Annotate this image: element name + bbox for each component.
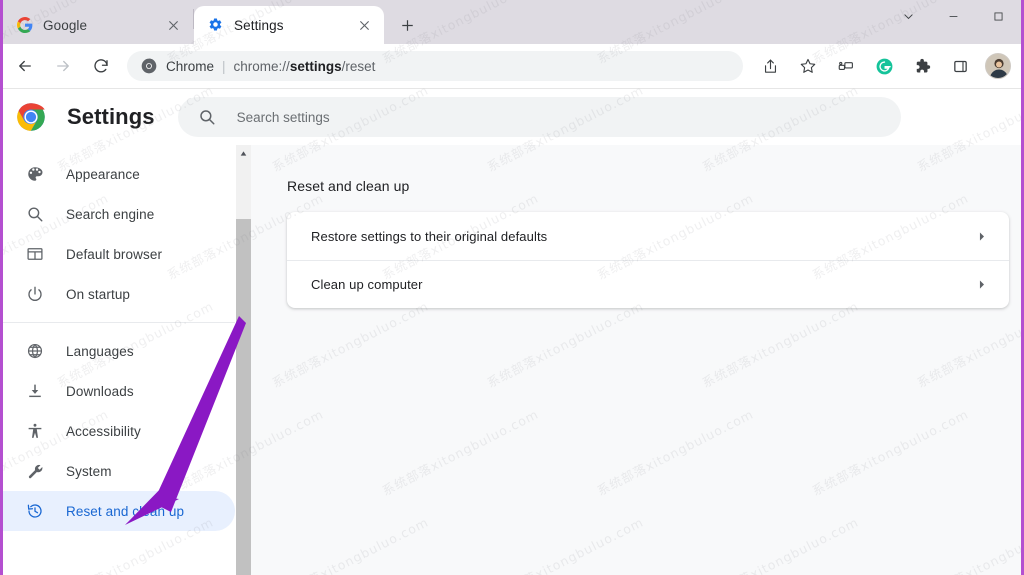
history-restore-icon	[25, 501, 45, 521]
sidebar-item-appearance[interactable]: Appearance	[3, 154, 235, 194]
sidebar-item-search-engine[interactable]: Search engine	[3, 194, 235, 234]
sidebar-item-label: System	[66, 463, 112, 479]
download-icon	[25, 381, 45, 401]
wrench-icon	[25, 461, 45, 481]
omnibox-scheme-label: Chrome	[166, 58, 215, 74]
gear-icon	[208, 17, 224, 33]
chevron-right-icon	[974, 277, 989, 292]
sidebar-item-label: Appearance	[66, 166, 140, 182]
sidebar-item-accessibility[interactable]: Accessibility	[3, 411, 235, 451]
chevron-right-icon	[974, 229, 989, 244]
settings-body: Appearance Search engine Default browser…	[3, 145, 1021, 575]
sidebar-item-downloads[interactable]: Downloads	[3, 371, 235, 411]
browser-window: Google Settings Chrome | chrome:// setti…	[0, 0, 1024, 575]
row-label: Restore settings to their original defau…	[311, 228, 548, 244]
cast-devices-icon[interactable]	[831, 51, 861, 81]
palette-icon	[25, 164, 45, 184]
google-icon	[17, 17, 33, 33]
share-icon[interactable]	[755, 51, 785, 81]
settings-sidebar: Appearance Search engine Default browser…	[3, 145, 251, 575]
search-icon	[25, 204, 45, 224]
grammarly-extension-icon[interactable]	[869, 51, 899, 81]
omnibox-url-host: settings	[289, 58, 342, 74]
sidebar-item-label: Downloads	[66, 383, 134, 399]
row-clean-up-computer[interactable]: Clean up computer	[287, 260, 1009, 308]
tab-google[interactable]: Google	[3, 6, 193, 44]
browser-toolbar: Chrome | chrome://settings/reset	[3, 44, 1021, 89]
tab-close-icon[interactable]	[354, 15, 374, 35]
power-icon	[25, 284, 45, 304]
chrome-logo-icon	[16, 102, 46, 132]
sidebar-separator	[3, 322, 235, 323]
browser-window-icon	[25, 244, 45, 264]
search-area	[155, 97, 1021, 137]
search-settings-box[interactable]	[177, 97, 901, 137]
row-restore-settings[interactable]: Restore settings to their original defau…	[287, 212, 1009, 260]
omnibox-url-path: /reset	[341, 58, 376, 74]
sidebar-item-label: Search engine	[66, 206, 155, 222]
address-bar[interactable]: Chrome | chrome://settings/reset	[127, 51, 743, 81]
search-icon	[198, 108, 216, 126]
row-label: Clean up computer	[311, 277, 423, 292]
maximize-button[interactable]	[976, 0, 1021, 32]
tab-strip: Google Settings	[3, 0, 1021, 44]
omnibox-url-prefix: chrome://	[233, 58, 290, 74]
sidebar-scrollbar[interactable]	[236, 145, 251, 575]
sidebar-item-label: Languages	[66, 343, 134, 359]
sidebar-item-on-startup[interactable]: On startup	[3, 274, 235, 314]
page-title: Settings	[67, 104, 155, 129]
sidebar-item-label: Reset and clean up	[66, 503, 185, 519]
new-tab-button[interactable]	[390, 8, 424, 42]
tab-title: Settings	[234, 17, 284, 33]
settings-main-content: Reset and clean up Restore settings to t…	[251, 145, 1021, 575]
tab-title: Google	[43, 17, 88, 33]
settings-page: Settings Search settings Appearance Sear…	[3, 89, 1021, 575]
reload-button[interactable]	[85, 50, 117, 82]
chrome-logo-icon	[141, 58, 157, 74]
omnibox-separator: |	[222, 58, 226, 74]
side-panel-icon[interactable]	[945, 51, 975, 81]
sidebar-item-label: Default browser	[66, 246, 163, 262]
scrollbar-thumb[interactable]	[236, 219, 251, 575]
sidebar-item-system[interactable]: System	[3, 451, 235, 491]
accessibility-icon	[25, 421, 45, 441]
sidebar-item-label: Accessibility	[66, 423, 141, 439]
tab-settings[interactable]: Settings	[194, 6, 384, 44]
globe-icon	[25, 341, 45, 361]
sidebar-item-default-browser[interactable]: Default browser	[3, 234, 235, 274]
section-title: Reset and clean up	[287, 178, 410, 194]
avatar[interactable]	[985, 53, 1011, 79]
tab-close-icon[interactable]	[163, 15, 183, 35]
sidebar-item-label: On startup	[66, 286, 131, 302]
minimize-button[interactable]	[931, 0, 976, 32]
reset-options-card: Restore settings to their original defau…	[287, 212, 1009, 308]
forward-button[interactable]	[47, 50, 79, 82]
settings-header: Settings	[3, 89, 1021, 145]
tab-search-button[interactable]	[886, 0, 931, 32]
search-input[interactable]	[236, 109, 881, 125]
sidebar-item-reset-and-clean-up[interactable]: Reset and clean up	[3, 491, 235, 531]
scrollbar-up-arrow-icon[interactable]	[236, 145, 251, 162]
extensions-puzzle-icon[interactable]	[907, 51, 937, 81]
sidebar-item-languages[interactable]: Languages	[3, 331, 235, 371]
toolbar-actions	[751, 51, 1021, 81]
back-button[interactable]	[9, 50, 41, 82]
window-controls	[886, 0, 1021, 44]
bookmark-star-icon[interactable]	[793, 51, 823, 81]
